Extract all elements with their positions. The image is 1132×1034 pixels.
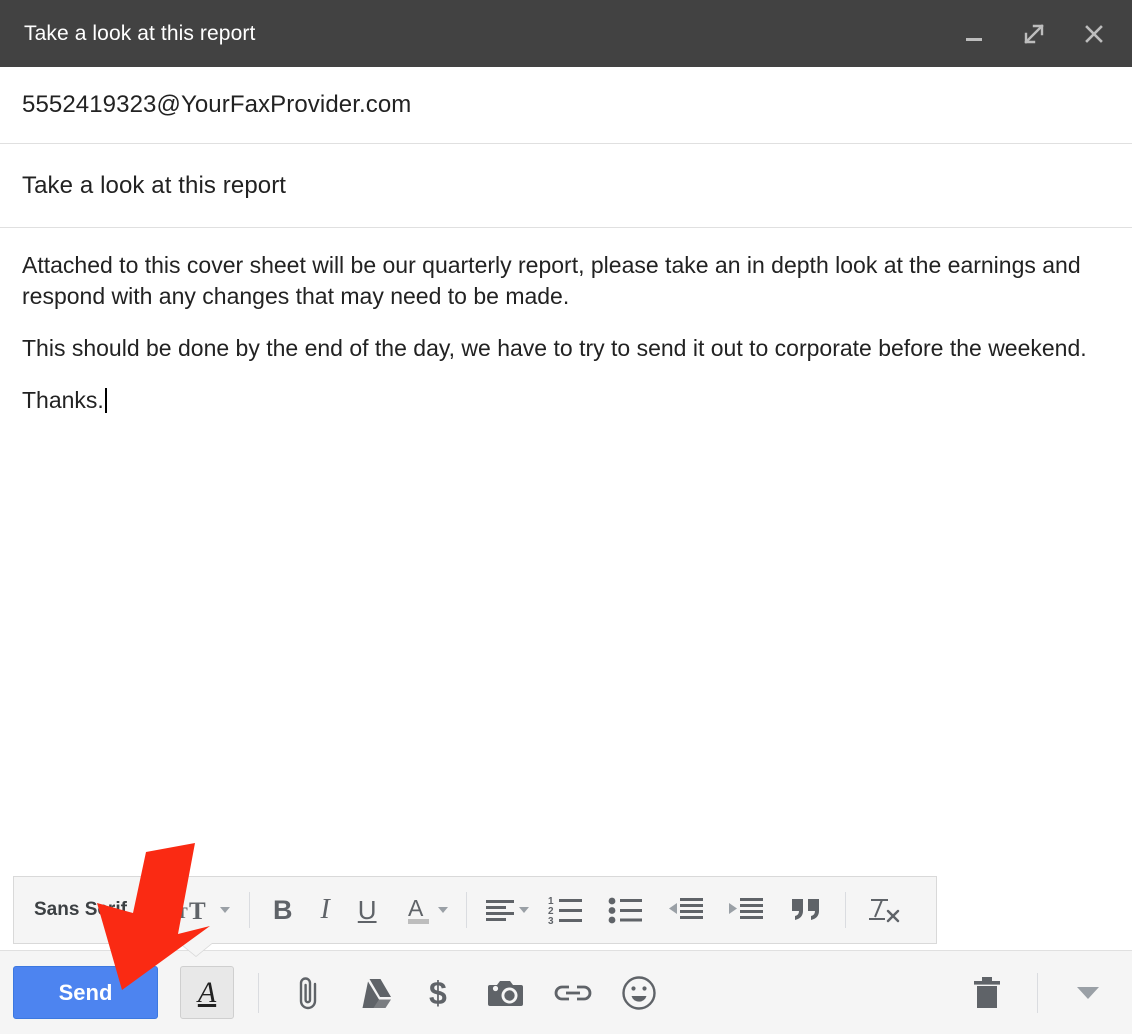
text-color-button[interactable]: A [391, 883, 457, 937]
svg-text:$: $ [429, 975, 447, 1011]
formatting-a-icon: A [198, 978, 216, 1008]
align-left-icon [484, 897, 516, 923]
remove-formatting-button[interactable] [855, 883, 913, 937]
insert-link-icon [552, 980, 594, 1006]
indent-less-icon [668, 896, 704, 924]
toolbar-divider [249, 892, 250, 928]
action-bar-divider [258, 973, 259, 1013]
formatting-options-toggle[interactable]: A [180, 966, 234, 1019]
compose-action-bar: Send A $ [0, 950, 1132, 1034]
quote-button[interactable] [776, 883, 836, 937]
insert-money-button[interactable]: $ [415, 967, 467, 1019]
format-toolbar-wrap: Sans Serif T T B I U [0, 874, 1132, 950]
svg-text:T: T [177, 905, 188, 922]
font-size-button[interactable]: T T [170, 883, 240, 937]
numbered-list-icon: 123 [548, 895, 584, 925]
indent-less-button[interactable] [656, 883, 716, 937]
discard-draft-button[interactable] [961, 967, 1013, 1019]
insert-money-icon: $ [426, 973, 456, 1013]
insert-link-button[interactable] [547, 967, 599, 1019]
bold-button[interactable]: B [259, 883, 307, 937]
attach-file-icon [292, 973, 326, 1013]
toolbar-divider [845, 892, 846, 928]
close-button[interactable] [1072, 12, 1116, 56]
compose-titlebar: Take a look at this report [0, 0, 1132, 67]
action-bar-divider [1037, 973, 1038, 1013]
font-family-value: Sans Serif [18, 899, 133, 921]
subject-field-row[interactable]: Take a look at this report [0, 144, 1132, 228]
svg-text:3: 3 [548, 916, 554, 925]
insert-emoji-icon [620, 974, 658, 1012]
remove-formatting-icon [867, 895, 901, 925]
indent-more-icon [728, 896, 764, 924]
toolbar-divider [466, 892, 467, 928]
body-paragraph: Attached to this cover sheet will be our… [22, 250, 1108, 312]
format-toolbar: Sans Serif T T B I U [13, 876, 937, 944]
body-paragraph: Thanks. [22, 385, 1108, 416]
minimize-icon [961, 21, 987, 47]
insert-emoji-button[interactable] [613, 967, 665, 1019]
underline-button[interactable]: U [344, 883, 391, 937]
message-body[interactable]: Attached to this cover sheet will be our… [0, 228, 1132, 874]
minimize-button[interactable] [952, 12, 996, 56]
bulleted-list-button[interactable] [596, 883, 656, 937]
quote-icon [790, 897, 822, 923]
body-paragraph-text: Thanks. [22, 387, 104, 413]
italic-icon: I [320, 896, 329, 924]
chevron-down-icon [220, 907, 230, 913]
subject-input[interactable]: Take a look at this report [22, 172, 286, 200]
svg-text:T: T [189, 898, 206, 924]
underline-icon: U [358, 897, 377, 923]
google-drive-icon [355, 975, 395, 1011]
body-paragraph: This should be done by the end of the da… [22, 333, 1108, 364]
compose-title: Take a look at this report [24, 22, 255, 46]
chevron-down-icon [438, 907, 448, 913]
align-button[interactable] [476, 883, 536, 937]
chevron-down-icon [136, 907, 146, 913]
insert-photo-icon [487, 976, 527, 1010]
expand-button[interactable] [1012, 12, 1056, 56]
insert-photo-button[interactable] [481, 967, 533, 1019]
bulleted-list-icon [608, 895, 644, 925]
chevron-down-icon [1077, 987, 1099, 999]
font-family-select[interactable]: Sans Serif [18, 883, 151, 937]
font-size-icon: T T [177, 896, 217, 924]
close-icon [1080, 20, 1108, 48]
window-controls [952, 12, 1116, 56]
numbered-list-button[interactable]: 123 [536, 883, 596, 937]
more-options-button[interactable] [1062, 967, 1114, 1019]
svg-text:A: A [408, 895, 424, 921]
toolbar-callout-tail [180, 943, 212, 956]
italic-button[interactable]: I [306, 883, 343, 937]
text-color-icon: A [405, 894, 435, 926]
bold-icon: B [273, 897, 293, 924]
indent-more-button[interactable] [716, 883, 776, 937]
compose-window: Take a look at this report [0, 0, 1132, 1034]
text-cursor [105, 388, 107, 413]
chevron-down-icon [519, 907, 529, 913]
trash-icon [970, 974, 1004, 1012]
google-drive-button[interactable] [349, 967, 401, 1019]
expand-icon [1020, 20, 1048, 48]
to-input[interactable]: 5552419323@YourFaxProvider.com [22, 91, 411, 119]
attach-file-button[interactable] [283, 967, 335, 1019]
toolbar-divider [160, 892, 161, 928]
send-button[interactable]: Send [13, 966, 158, 1019]
to-field-row[interactable]: 5552419323@YourFaxProvider.com [0, 67, 1132, 144]
